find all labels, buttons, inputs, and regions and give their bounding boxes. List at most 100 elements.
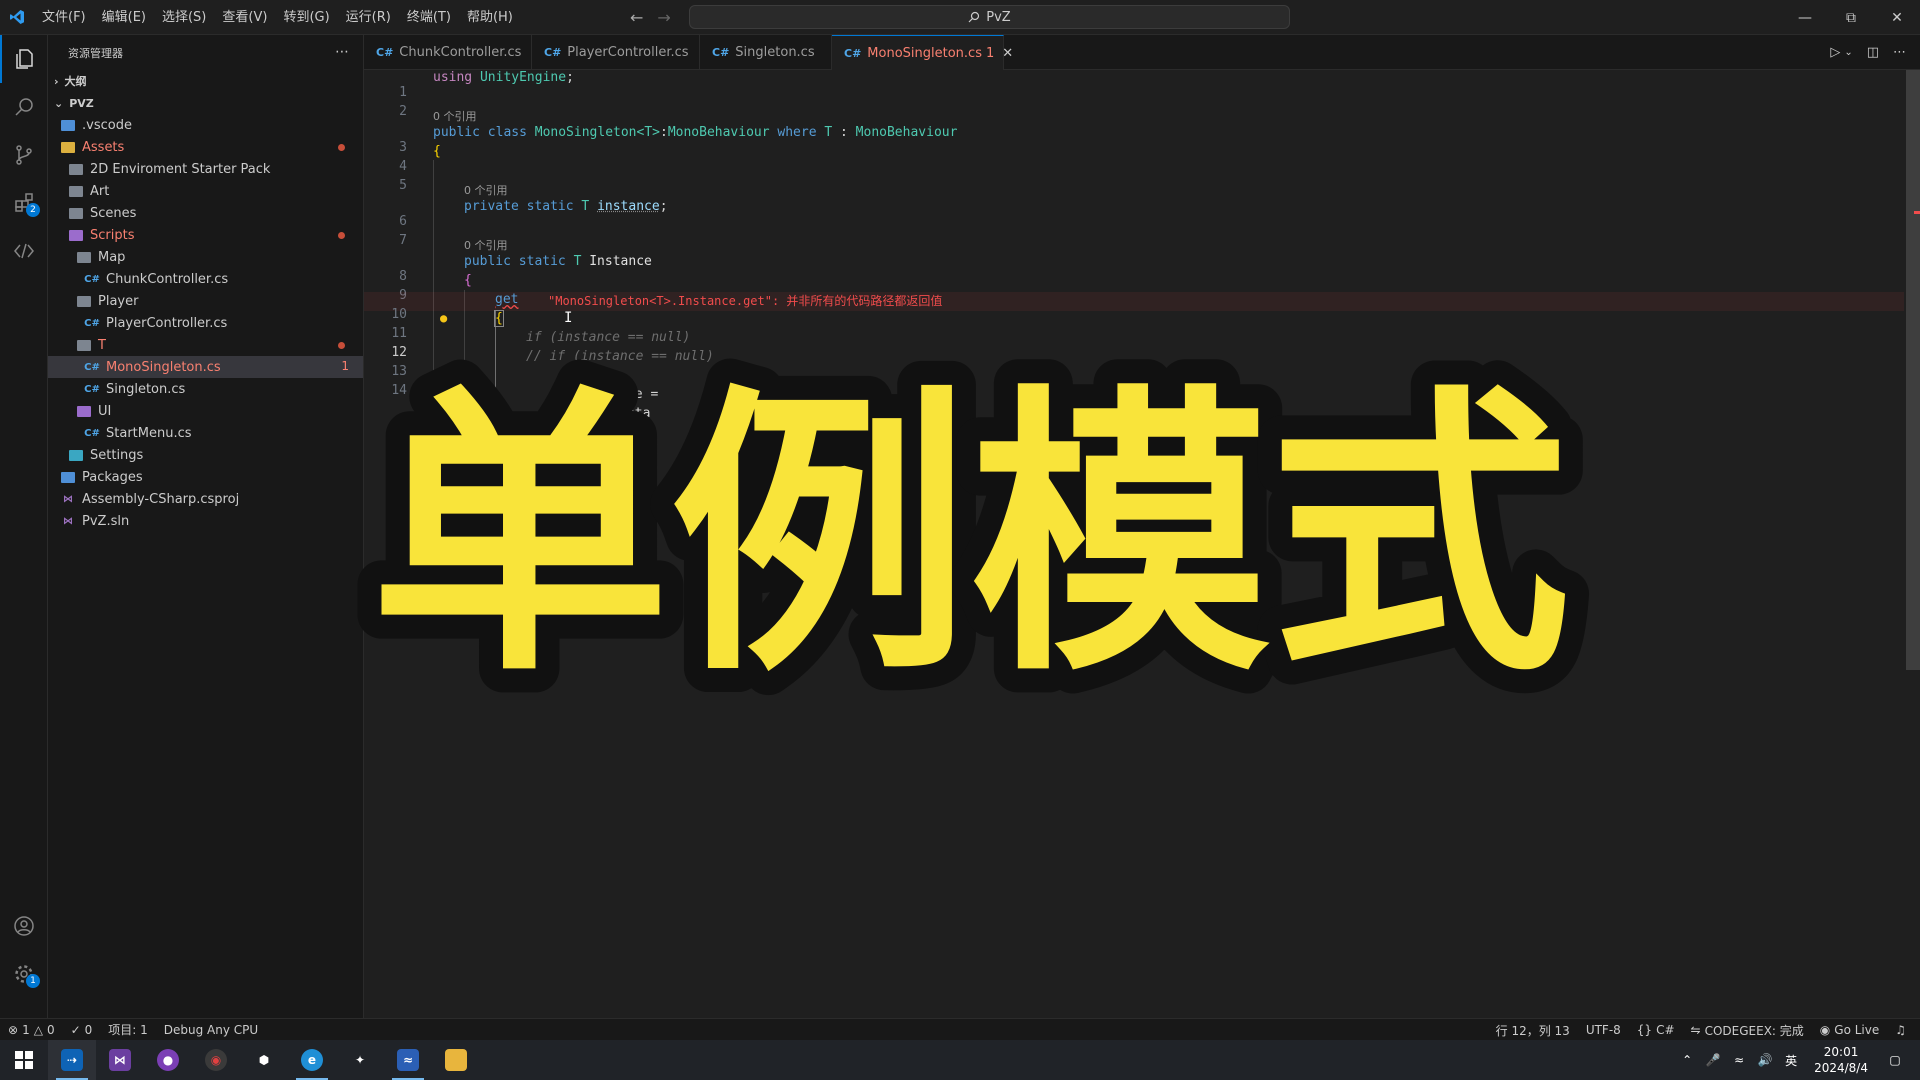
- outline-section[interactable]: › 大纲: [48, 70, 363, 92]
- chevron-up-icon[interactable]: ⌃: [1676, 1053, 1698, 1067]
- tree-item-label: Settings: [90, 447, 144, 463]
- tree-item-art[interactable]: Art: [48, 180, 363, 202]
- network-icon[interactable]: ≈: [1728, 1053, 1750, 1067]
- tree-item-scripts[interactable]: Scripts: [48, 224, 363, 246]
- menu-help[interactable]: 帮助(H): [459, 0, 521, 35]
- build-config-status[interactable]: Debug Any CPU: [156, 1023, 266, 1037]
- tree-item-assets[interactable]: Assets: [48, 136, 363, 158]
- codelens-references[interactable]: 0 个引用: [464, 237, 508, 253]
- encoding-status[interactable]: UTF-8: [1578, 1023, 1629, 1037]
- tree-item-scenes[interactable]: Scenes: [48, 202, 363, 224]
- code-line: 3 public class MonoSingleton<T>:MonoBeha…: [364, 125, 1904, 155]
- forward-arrow-icon[interactable]: →: [657, 8, 670, 27]
- extensions-icon[interactable]: 2: [0, 179, 48, 227]
- tree-item-label: StartMenu.cs: [106, 425, 192, 441]
- run-icon[interactable]: ▷: [1830, 45, 1840, 60]
- taskbar-app-blue[interactable]: ≈: [384, 1040, 432, 1080]
- clock-date: 2024/8/4: [1814, 1061, 1868, 1075]
- tree-item-label: Map: [98, 249, 126, 265]
- tree-item-startmenu[interactable]: C# StartMenu.cs: [48, 422, 363, 444]
- tree-item-label: MonoSingleton.cs: [106, 359, 221, 375]
- tree-item-singleton[interactable]: C# Singleton.cs: [48, 378, 363, 400]
- taskbar-visual-studio[interactable]: ⋈: [96, 1040, 144, 1080]
- taskbar-edge[interactable]: e: [288, 1040, 336, 1080]
- code-line-partial: if (insta: [580, 406, 651, 421]
- clock[interactable]: 20:01 2024/8/4: [1814, 1044, 1868, 1076]
- taskbar-github[interactable]: ●: [144, 1040, 192, 1080]
- start-button[interactable]: [0, 1040, 48, 1080]
- code-line-partial: cu: [564, 520, 580, 535]
- codegeex-status[interactable]: ⇋ CODEGEEX: 完成: [1683, 1022, 1812, 1039]
- menu-file[interactable]: 文件(F): [34, 0, 94, 35]
- taskbar-file-explorer[interactable]: [432, 1040, 480, 1080]
- go-live-status[interactable]: ◉ Go Live: [1812, 1023, 1887, 1037]
- tab-monosingleton[interactable]: C# MonoSingleton.cs 1 ✕: [832, 35, 1013, 70]
- manage-gear-icon[interactable]: 1: [0, 950, 48, 998]
- microphone-icon[interactable]: 🎤: [1702, 1053, 1724, 1067]
- menu-edit[interactable]: 编辑(E): [94, 0, 154, 35]
- tree-item-settings[interactable]: Settings: [48, 444, 363, 466]
- code-editor[interactable]: 1 using UnityEngine; 2 0 个引用 3 public cl…: [364, 70, 1920, 1018]
- codelens-references[interactable]: 0 个引用: [464, 182, 508, 198]
- taskbar-vscode[interactable]: ⇢: [48, 1040, 96, 1080]
- chevron-down-icon[interactable]: ⌄: [1844, 47, 1852, 58]
- account-icon[interactable]: [0, 902, 48, 950]
- code-line: 13 // if (instance == null): [364, 349, 1904, 379]
- tab-singleton[interactable]: C# Singleton.cs: [700, 35, 832, 70]
- problems-status[interactable]: ⊗ 1 △ 0: [0, 1023, 63, 1037]
- tree-item-map[interactable]: Map: [48, 246, 363, 268]
- tree-item-csproj[interactable]: ⋈ Assembly-CSharp.csproj: [48, 488, 363, 510]
- back-arrow-icon[interactable]: ←: [630, 8, 643, 27]
- lightbulb-icon[interactable]: ●: [440, 311, 447, 325]
- editor-scrollbar[interactable]: [1906, 70, 1920, 1018]
- menu-selection[interactable]: 选择(S): [154, 0, 214, 35]
- notifications-bell-icon[interactable]: ♫: [1887, 1023, 1914, 1037]
- scrollbar-thumb[interactable]: [1906, 70, 1920, 670]
- source-control-icon[interactable]: [0, 131, 48, 179]
- menu-run[interactable]: 运行(R): [338, 0, 399, 35]
- codelens-references[interactable]: 0 个引用: [433, 108, 477, 124]
- tab-chunkcontroller[interactable]: C# ChunkController.cs: [364, 35, 532, 70]
- vscode-icon: ⇢: [61, 1049, 83, 1071]
- tree-item-player[interactable]: Player: [48, 290, 363, 312]
- remote-explorer-icon[interactable]: [0, 227, 48, 275]
- ports-status[interactable]: ✓ 0: [63, 1023, 101, 1037]
- project-status[interactable]: 项目: 1: [100, 1021, 156, 1038]
- minimize-icon[interactable]: —: [1782, 0, 1828, 35]
- close-window-icon[interactable]: ✕: [1874, 0, 1920, 35]
- cursor-position[interactable]: 行 12，列 13: [1488, 1022, 1578, 1039]
- volume-icon[interactable]: 🔊: [1754, 1053, 1776, 1067]
- menu-go[interactable]: 转到(G): [275, 0, 337, 35]
- code-line-partial: {: [580, 425, 588, 440]
- split-editor-icon[interactable]: ◫: [1867, 45, 1879, 60]
- go-live-label: Go Live: [1834, 1023, 1880, 1037]
- command-center-search[interactable]: PvZ: [689, 5, 1290, 29]
- tree-item-packages[interactable]: Packages: [48, 466, 363, 488]
- explorer-icon[interactable]: [0, 35, 48, 83]
- notification-center-icon[interactable]: ▢: [1884, 1053, 1906, 1067]
- menu-view[interactable]: 查看(V): [214, 0, 275, 35]
- menu-terminal[interactable]: 终端(T): [399, 0, 459, 35]
- restore-icon[interactable]: ⧉: [1828, 0, 1874, 35]
- tab-playercontroller[interactable]: C# PlayerController.cs: [532, 35, 700, 70]
- taskbar-app-red[interactable]: ◉: [192, 1040, 240, 1080]
- folder-open-icon: [77, 405, 91, 417]
- language-status[interactable]: {} C#: [1629, 1023, 1683, 1037]
- search-view-icon[interactable]: [0, 83, 48, 131]
- more-actions-icon[interactable]: ⋯: [1893, 45, 1906, 60]
- tree-item-2d-starter-pack[interactable]: 2D Enviroment Starter Pack: [48, 158, 363, 180]
- tree-item-t[interactable]: T: [48, 334, 363, 356]
- workspace-root[interactable]: ⌄ PVZ: [48, 92, 363, 114]
- taskbar-unity-hub[interactable]: ✦: [336, 1040, 384, 1080]
- tree-item-ui[interactable]: UI: [48, 400, 363, 422]
- tree-item-vscode[interactable]: .vscode: [48, 114, 363, 136]
- tree-item-monosingleton[interactable]: C# MonoSingleton.cs 1: [48, 356, 363, 378]
- close-tab-icon[interactable]: ✕: [1002, 46, 1013, 61]
- more-actions-icon[interactable]: ⋯: [335, 44, 349, 60]
- tree-item-sln[interactable]: ⋈ PvZ.sln: [48, 510, 363, 532]
- nav-arrows: ← →: [630, 0, 671, 35]
- tree-item-chunkcontroller[interactable]: C# ChunkController.cs: [48, 268, 363, 290]
- tree-item-playercontroller[interactable]: C# PlayerController.cs: [48, 312, 363, 334]
- input-method-indicator[interactable]: 英: [1780, 1052, 1802, 1069]
- taskbar-unity[interactable]: ⬢: [240, 1040, 288, 1080]
